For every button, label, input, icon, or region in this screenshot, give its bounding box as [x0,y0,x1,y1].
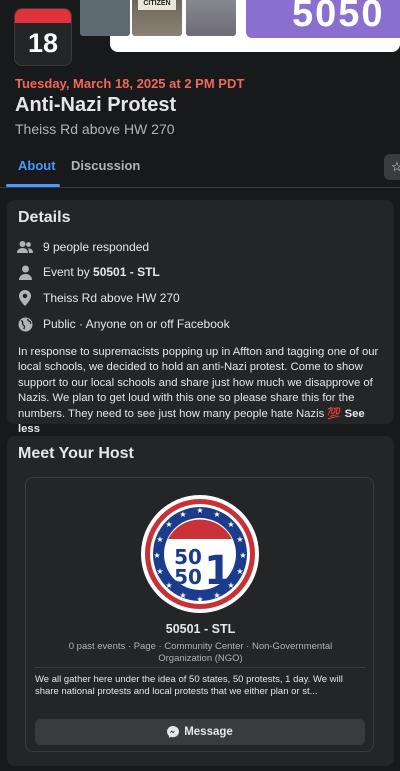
host-name[interactable]: 50501 - STL [26,622,375,636]
responded-text: 9 people responded [43,240,150,254]
svg-text:★: ★ [213,510,220,519]
interested-button[interactable]: ☆ [384,154,400,180]
svg-text:★: ★ [227,520,234,529]
location-row[interactable]: Theiss Rd above HW 270 [17,289,180,307]
description-text: In response to supremacists popping up i… [18,346,379,420]
message-label: Message [184,726,233,738]
svg-text:★: ★ [165,520,172,529]
privacy-row: Public · Anyone on or off Facebook [17,315,230,333]
tab-discussion[interactable]: Discussion [71,158,140,173]
cover-thumbnail [186,0,236,36]
svg-text:★: ★ [156,535,163,544]
privacy-text: Public · Anyone on or off Facebook [43,317,230,331]
host-meta: 0 past events · Page · Community Center … [68,641,333,664]
host-logo[interactable]: ★ ★★★ ★★★★ ★★★★ ★★★★ 50 50 1 [140,494,260,614]
location-text: Theiss Rd above HW 270 [43,291,180,305]
svg-text:★: ★ [179,510,186,519]
svg-text:★: ★ [153,551,160,560]
event-by-text: Event by 50501 - STL [43,265,160,279]
star-icon: ☆ [391,159,400,174]
details-card: Details 9 people responded Event by 5050… [7,200,394,435]
tab-about[interactable]: About [18,158,56,173]
calendar-date-icon: 18 [14,8,72,66]
message-button[interactable]: Message [35,719,365,745]
cover-thumbnail: CITIZEN [132,0,182,36]
svg-text:★: ★ [179,591,186,600]
host-section-title: Meet Your Host [18,445,134,462]
svg-text:★: ★ [196,595,203,604]
host-profile-card[interactable]: ★ ★ ★ ★ ★ ★ ★ ★ ★ ★ ★ ★ ★ ★ ★ ★ 50 50 1 50501 - STL … [25,477,374,752]
active-tab-indicator [6,184,60,187]
cover-thumbnail [80,0,130,36]
logo-one: 1 [204,548,232,594]
event-tabs: About Discussion ☆ [0,146,400,188]
event-title: Anti-Nazi Protest [15,94,177,116]
calendar-header [15,9,71,23]
calendar-day: 18 [27,28,59,58]
event-host-link[interactable]: 50501 - STL [93,265,160,279]
svg-text:★: ★ [236,567,243,576]
people-icon [17,239,33,255]
person-icon [17,264,33,280]
location-pin-icon [17,290,33,306]
cover-banner: 5050 [246,0,400,38]
host-card: Meet Your Host ★ ★ ★ ★ ★ ★ ★ ★ ★ ★ ★ ★ ★ ★ ★ ★ 50 50… [7,436,394,766]
messenger-icon [167,726,180,738]
svg-text:★: ★ [236,535,243,544]
svg-text:★: ★ [165,581,172,590]
event-date: Tuesday, March 18, 2025 at 2 PM PDT [15,76,245,91]
svg-text:★: ★ [239,551,246,560]
logo-mid-number: 50 [174,565,202,589]
svg-text:★: ★ [156,567,163,576]
event-description: In response to supremacists popping up i… [18,345,386,437]
details-title: Details [18,209,71,226]
protest-sign-text: CITIZEN [138,0,176,10]
event-by-row[interactable]: Event by 50501 - STL [17,263,160,281]
divider [35,667,365,668]
globe-icon [17,316,33,332]
event-by-prefix: Event by [43,265,94,279]
host-description: We all gather here under the idea of 50 … [35,674,343,698]
responded-row[interactable]: 9 people responded [17,238,149,256]
svg-text:★: ★ [196,506,203,515]
event-location[interactable]: Theiss Rd above HW 270 [15,121,175,137]
